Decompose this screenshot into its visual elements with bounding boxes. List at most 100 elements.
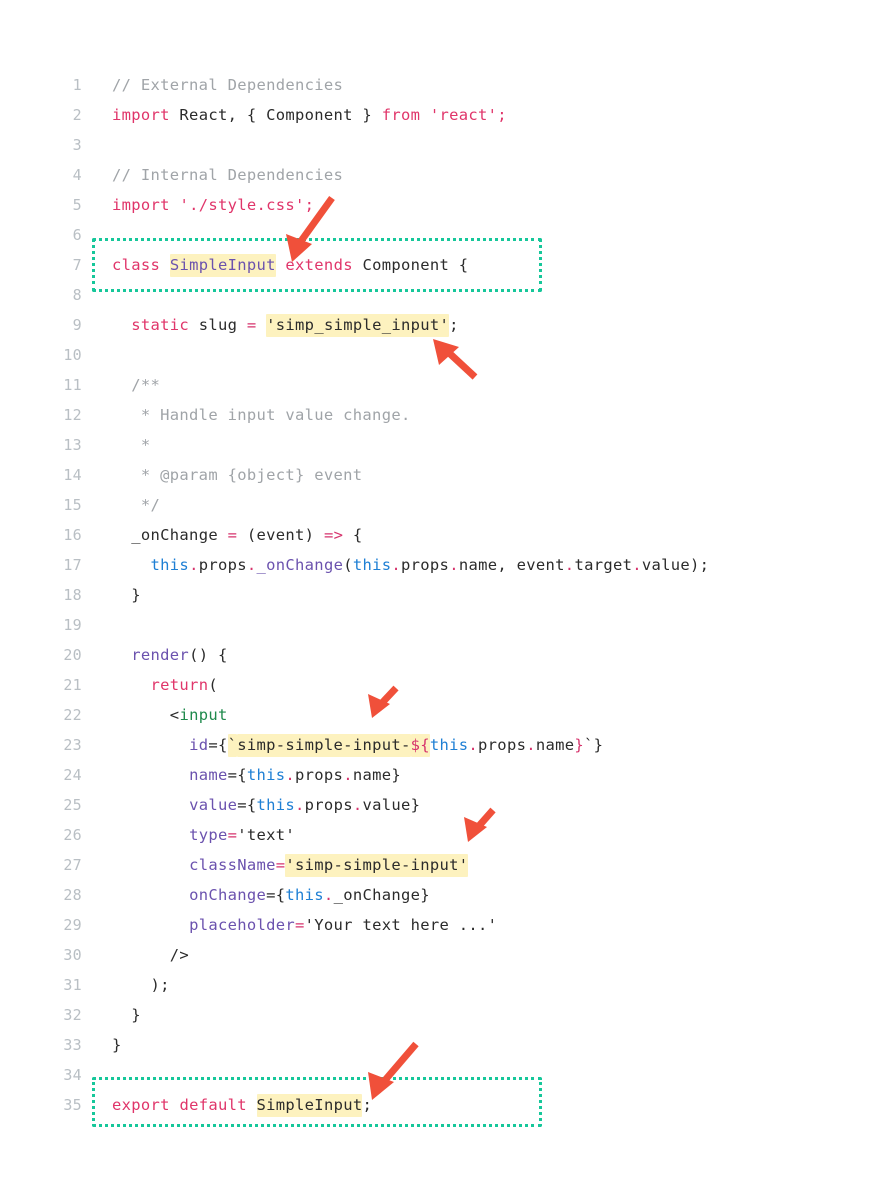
dot: . bbox=[323, 886, 334, 904]
method-name: _onChange bbox=[131, 526, 218, 544]
highlighted-id-prefix: simp-simple-input- bbox=[237, 734, 411, 757]
line-number: 20 bbox=[63, 646, 82, 664]
line-content: export default SimpleInput; bbox=[82, 1090, 372, 1120]
target: target bbox=[574, 556, 633, 574]
close-paren: ); bbox=[112, 976, 170, 994]
dot: . bbox=[343, 766, 353, 784]
backtick-open: ` bbox=[227, 734, 238, 757]
line-content: * bbox=[82, 430, 151, 460]
props: props bbox=[401, 556, 450, 574]
method-call: _onChange bbox=[256, 556, 344, 574]
params: (event) bbox=[246, 526, 315, 544]
dot: . bbox=[391, 556, 402, 574]
line-number: 34 bbox=[63, 1066, 82, 1084]
line-content: id={`simp-simple-input-${this.props.name… bbox=[82, 730, 603, 760]
code-line: 20 render() { bbox=[0, 640, 880, 670]
jsdoc-token: */ bbox=[112, 496, 161, 514]
line-content: static slug = 'simp_simple_input'; bbox=[82, 310, 459, 340]
dot: . bbox=[285, 766, 296, 784]
code-line: 11 /** bbox=[0, 370, 880, 400]
prop-name: name bbox=[458, 556, 498, 574]
parens-brace: () { bbox=[189, 646, 228, 664]
code-line: 22 <input bbox=[0, 700, 880, 730]
line-content: _onChange = (event) => { bbox=[82, 520, 362, 550]
template-expr-open: ${ bbox=[410, 734, 430, 757]
jsdoc-token: * Handle input value change. bbox=[112, 406, 411, 424]
line-content: /> bbox=[82, 940, 189, 970]
line-number: 17 bbox=[63, 556, 82, 574]
line-number: 27 bbox=[63, 856, 82, 874]
method-ref: _onChange bbox=[333, 886, 421, 904]
equals-brace: ={ bbox=[208, 736, 228, 754]
line-content: name={this.props.name} bbox=[82, 760, 401, 790]
identifier: React, { Component } bbox=[169, 106, 382, 124]
event: event bbox=[516, 556, 565, 574]
line-content: } bbox=[82, 1030, 122, 1060]
equals-brace: ={ bbox=[227, 766, 247, 784]
code-line: 16 _onChange = (event) => { bbox=[0, 520, 880, 550]
code-line: 17 this.props._onChange(this.props.name,… bbox=[0, 550, 880, 580]
line-content: value={this.props.value} bbox=[82, 790, 420, 820]
code-line: 4 // Internal Dependencies bbox=[0, 160, 880, 190]
line-number: 6 bbox=[72, 226, 82, 244]
line-content: type='text' bbox=[82, 820, 295, 850]
code-line: 30 /> bbox=[0, 940, 880, 970]
code-line: 6 bbox=[0, 220, 880, 250]
line-content: onChange={this._onChange} bbox=[82, 880, 430, 910]
line-number: 10 bbox=[63, 346, 82, 364]
jsx-expr-close: } bbox=[420, 886, 430, 904]
props: props bbox=[304, 796, 353, 814]
value: value bbox=[641, 556, 691, 574]
prop-name: name bbox=[352, 766, 392, 784]
paren: ( bbox=[208, 676, 218, 694]
line-content: <input bbox=[82, 700, 228, 730]
code-line: 5 import './style.css'; bbox=[0, 190, 880, 220]
props: props bbox=[198, 556, 247, 574]
keyword-import: import bbox=[112, 196, 170, 214]
line-content: class SimpleInput extends Component { bbox=[82, 250, 468, 280]
keyword-from: from bbox=[381, 106, 421, 124]
attr-id: id bbox=[189, 736, 209, 754]
line-content: ); bbox=[82, 970, 170, 1000]
line-number: 35 bbox=[63, 1096, 82, 1114]
line-number: 32 bbox=[63, 1006, 82, 1024]
line-number: 25 bbox=[63, 796, 82, 814]
code-line: 24 name={this.props.name} bbox=[0, 760, 880, 790]
template-expr-close: } bbox=[574, 736, 585, 754]
jsdoc-token: * bbox=[112, 436, 151, 454]
code-listing: 1 // External Dependencies 2 import Reac… bbox=[0, 70, 880, 1120]
dot: . bbox=[526, 736, 536, 754]
this-keyword: this bbox=[150, 556, 190, 574]
line-content: placeholder='Your text here ...' bbox=[82, 910, 497, 940]
line-content: } bbox=[82, 580, 141, 610]
line-number: 14 bbox=[63, 466, 82, 484]
line-content: */ bbox=[82, 490, 160, 520]
line-number: 3 bbox=[72, 136, 82, 154]
line-number: 30 bbox=[63, 946, 82, 964]
line-content: return( bbox=[82, 670, 218, 700]
highlighted-class-name: SimpleInput bbox=[169, 254, 276, 277]
code-line: 23 id={`simp-simple-input-${this.props.n… bbox=[0, 730, 880, 760]
dot: . bbox=[468, 736, 479, 754]
line-content: className='simp-simple-input' bbox=[82, 850, 469, 880]
line-content: import './style.css'; bbox=[82, 190, 314, 220]
code-line: 19 bbox=[0, 610, 880, 640]
code-line: 13 * bbox=[0, 430, 880, 460]
line-content: import React, { Component } from 'react'… bbox=[82, 100, 507, 130]
props: props bbox=[295, 766, 344, 784]
line-number: 2 bbox=[72, 106, 82, 124]
close-brace: } bbox=[112, 586, 141, 604]
